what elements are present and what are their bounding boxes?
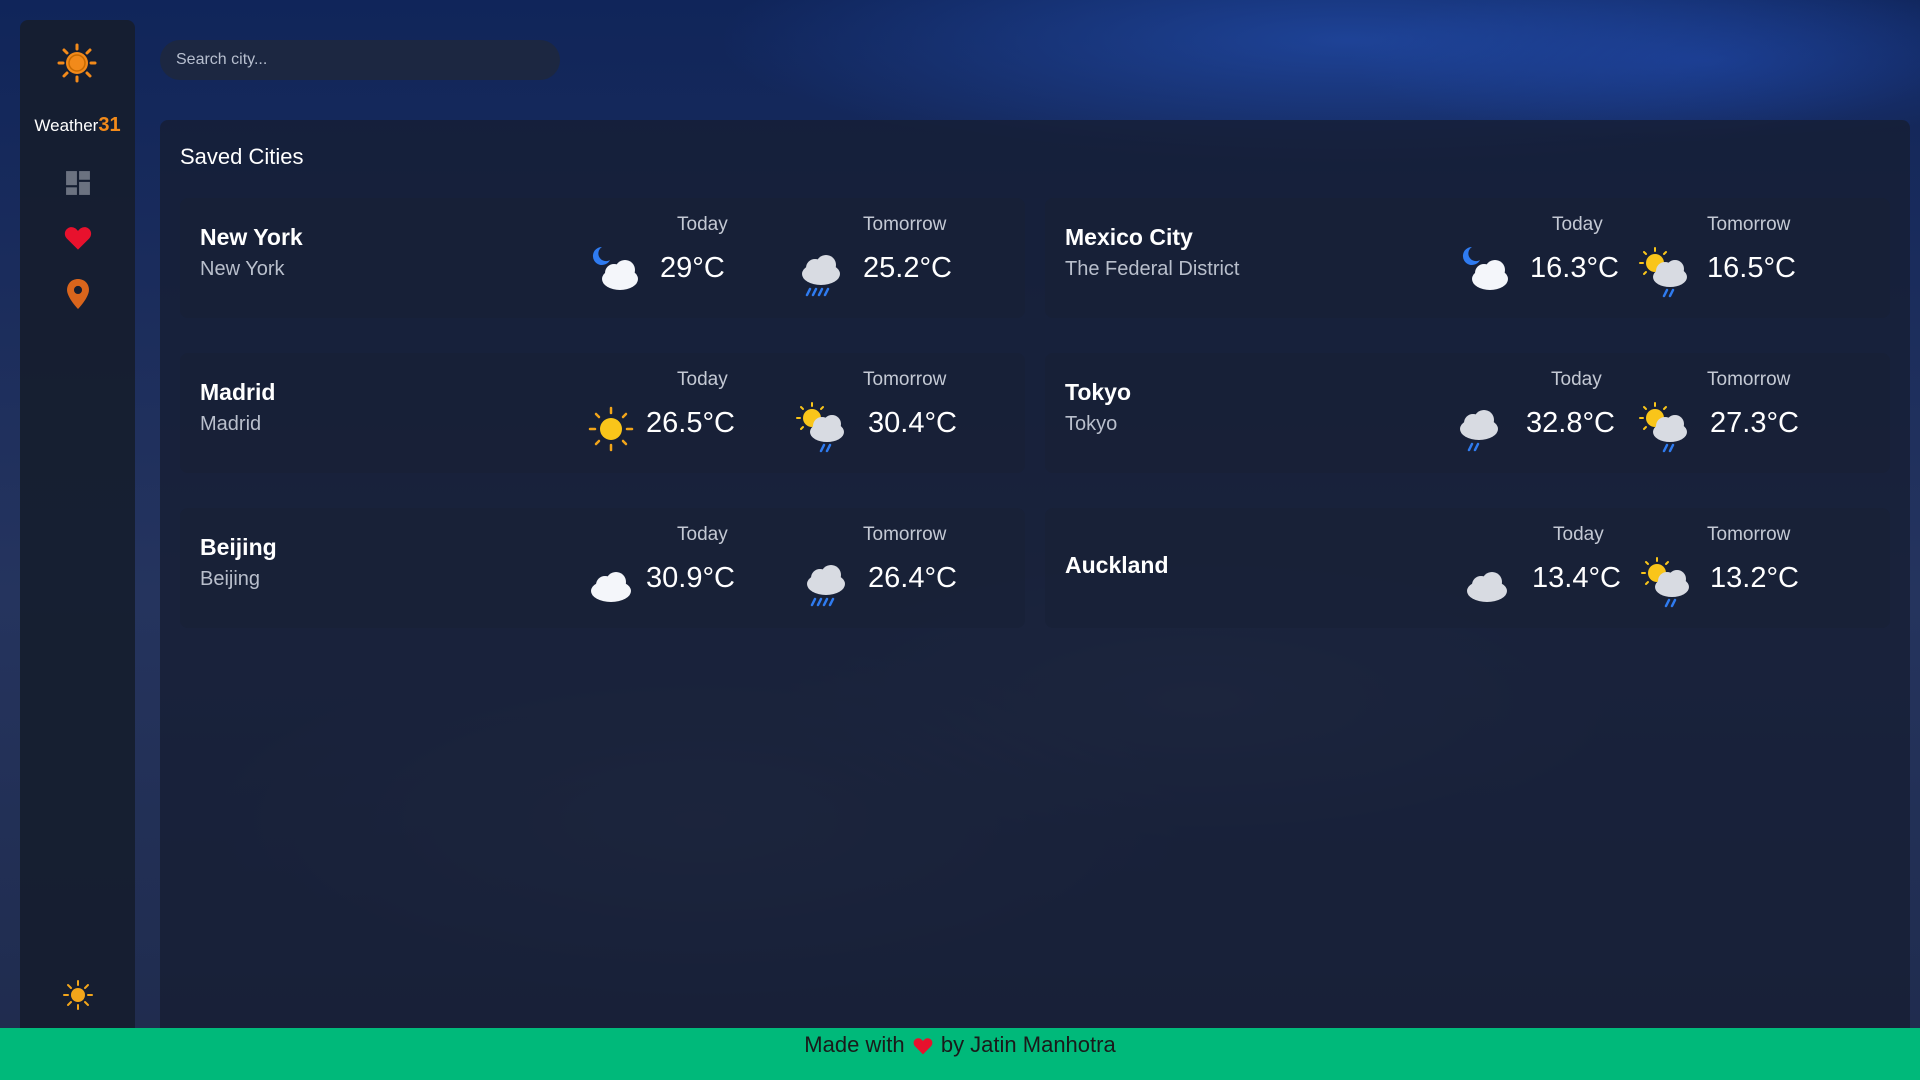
today-label: Today <box>1553 524 1604 545</box>
city-card[interactable]: Beijing Beijing Today 30.9°C Tomorrow 26… <box>180 508 1025 628</box>
footer-prefix: Made with <box>804 1032 905 1057</box>
page-title: Saved Cities <box>180 144 304 169</box>
today-label: Today <box>677 214 728 235</box>
rain-light-icon <box>1460 410 1498 452</box>
today-label: Today <box>677 524 728 545</box>
nav-favorites[interactable] <box>62 222 94 254</box>
sun-cloud-rain-icon <box>1639 402 1687 453</box>
tomorrow-label: Tomorrow <box>1707 524 1791 545</box>
heart-icon <box>64 227 92 250</box>
city-name: Tokyo <box>1065 379 1132 405</box>
tomorrow-temp: 13.2°C <box>1710 562 1799 594</box>
sun-cloud-rain-icon <box>796 402 844 453</box>
brand-number: 31 <box>98 114 121 136</box>
city-name: New York <box>200 224 303 250</box>
city-card[interactable]: Mexico City The Federal District Today 1… <box>1045 198 1890 318</box>
sun-cloud-rain-icon <box>1641 557 1689 608</box>
city-card[interactable]: Madrid Madrid Today 26.5°C Tomorrow 30.4… <box>180 353 1025 473</box>
saved-cities-panel: Saved Cities New York New York Today 29°… <box>160 120 1910 1028</box>
city-card[interactable]: Auckland Today 13.4°C Tomorrow 13.2°C <box>1045 508 1890 628</box>
city-region: The Federal District <box>1065 258 1240 280</box>
sunny-icon <box>588 406 634 452</box>
city-region: New York <box>200 258 285 280</box>
theme-toggle-sun-icon[interactable] <box>63 980 93 1010</box>
today-temp: 32.8°C <box>1526 407 1615 439</box>
city-name: Auckland <box>1065 552 1169 578</box>
brand-text: Weather <box>34 116 99 135</box>
rain-heavy-icon <box>802 255 840 297</box>
tomorrow-temp: 16.5°C <box>1707 252 1796 284</box>
today-temp: 13.4°C <box>1532 562 1621 594</box>
tomorrow-label: Tomorrow <box>863 369 947 390</box>
sidebar: Weather31 <box>20 20 135 1028</box>
tomorrow-temp: 30.4°C <box>868 407 957 439</box>
tomorrow-label: Tomorrow <box>1707 369 1791 390</box>
location-pin-icon <box>67 279 89 309</box>
city-card[interactable]: Tokyo Tokyo Today 32.8°C Tomorrow 27.3°C <box>1045 353 1890 473</box>
dashboard-icon <box>66 171 90 195</box>
sun-cloud-rain-icon <box>1639 247 1687 298</box>
footer: Made with by Jatin Manhotra <box>0 1028 1920 1080</box>
tomorrow-label: Tomorrow <box>863 524 947 545</box>
night-cloudy-icon <box>1462 246 1508 290</box>
cloudy-icon <box>1467 572 1507 602</box>
night-cloudy-icon <box>592 246 638 290</box>
city-name: Beijing <box>200 534 277 560</box>
tomorrow-temp: 25.2°C <box>863 252 952 284</box>
nav-dashboard[interactable] <box>62 167 94 199</box>
today-label: Today <box>677 369 728 390</box>
heart-icon <box>913 1038 933 1055</box>
nav-location[interactable] <box>62 278 94 310</box>
footer-author: by Jatin Manhotra <box>940 1032 1116 1057</box>
city-name: Madrid <box>200 379 276 405</box>
city-region: Beijing <box>200 568 261 590</box>
city-name: Mexico City <box>1065 224 1193 250</box>
sun-logo-icon <box>57 43 97 83</box>
cloudy-icon <box>591 572 631 602</box>
tomorrow-label: Tomorrow <box>863 214 947 235</box>
today-label: Today <box>1552 214 1603 235</box>
today-temp: 16.3°C <box>1530 252 1619 284</box>
today-label: Today <box>1551 369 1602 390</box>
tomorrow-temp: 27.3°C <box>1710 407 1799 439</box>
tomorrow-temp: 26.4°C <box>868 562 957 594</box>
city-region: Madrid <box>200 413 262 435</box>
today-temp: 30.9°C <box>646 562 735 594</box>
today-temp: 26.5°C <box>646 407 735 439</box>
tomorrow-label: Tomorrow <box>1707 214 1791 235</box>
search-input[interactable] <box>160 40 560 80</box>
city-card[interactable]: New York New York Today 29°C Tomorrow 25… <box>180 198 1025 318</box>
brand-name: Weather31 <box>20 114 135 137</box>
today-temp: 29°C <box>660 252 725 284</box>
city-region: Tokyo <box>1065 413 1118 435</box>
rain-heavy-icon <box>807 565 845 607</box>
